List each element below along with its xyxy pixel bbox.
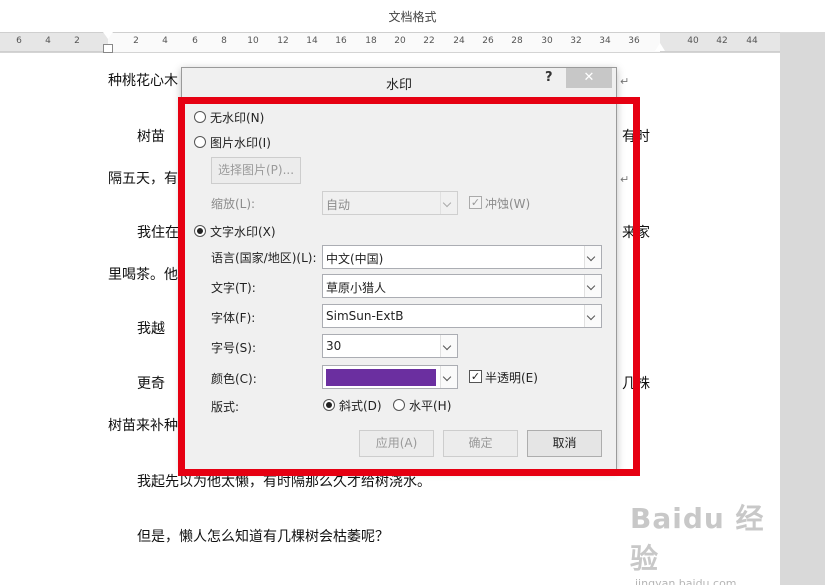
ruler-tick: 16	[335, 36, 347, 46]
apply-button[interactable]: 应用(A)	[359, 430, 434, 457]
ruler-tick: 12	[277, 36, 289, 46]
ruler-tick: 2	[74, 36, 80, 46]
size-label: 字号(S):	[211, 341, 257, 355]
ruler-tick: 6	[192, 36, 198, 46]
doc-line: 树苗	[137, 129, 165, 145]
language-value: 中文(中国)	[326, 252, 384, 266]
baidu-logo: Baidu 经验	[630, 502, 765, 575]
first-line-indent-marker[interactable]	[103, 32, 113, 39]
window-title: 文档格式	[388, 10, 437, 24]
ruler-tick: 4	[45, 36, 51, 46]
text-value: 草原小猎人	[326, 281, 387, 295]
doc-line: 我越	[137, 321, 165, 337]
ruler-tick: 24	[453, 36, 465, 46]
chevron-down-icon[interactable]	[440, 366, 457, 388]
paragraph-mark: ↵	[620, 173, 630, 186]
close-button[interactable]: ✕	[566, 68, 612, 88]
semitransparent-checkbox[interactable]: ✓	[469, 370, 482, 383]
ruler-tick: 26	[482, 36, 494, 46]
horizontal-ruler[interactable]: 6 4 2 2 4 6 8 10 12 14 16 18 20 22 24 26…	[0, 32, 780, 53]
doc-line: 几株	[622, 376, 650, 392]
ruler-tick: 40	[687, 36, 699, 46]
text-watermark-label[interactable]: 文字水印(X)	[210, 223, 276, 240]
paragraph-mark: ↵	[620, 75, 630, 88]
doc-line: 我住在	[137, 225, 179, 241]
size-value: 30	[326, 339, 342, 353]
no-watermark-label[interactable]: 无水印(N)	[210, 109, 264, 126]
ruler-tick: 20	[394, 36, 406, 46]
washout-checkbox[interactable]: ✓	[469, 196, 482, 209]
doc-line: 有时	[622, 129, 650, 145]
ruler-tick: 30	[541, 36, 553, 46]
semitransparent-label[interactable]: 半透明(E)	[485, 369, 538, 386]
picture-watermark-label[interactable]: 图片水印(I)	[210, 134, 271, 151]
ruler-tick: 36	[628, 36, 640, 46]
ruler-tick: 42	[716, 36, 728, 46]
baidu-url: jingyan.baidu.com	[635, 577, 737, 585]
horizontal-radio[interactable]	[393, 399, 405, 411]
chevron-down-icon[interactable]	[440, 335, 457, 357]
ruler-tick: 22	[423, 36, 435, 46]
ruler-tick: 8	[221, 36, 227, 46]
language-select[interactable]: 中文(中国)	[322, 245, 602, 269]
text-label: 文字(T):	[211, 281, 256, 295]
ruler-tick: 28	[511, 36, 523, 46]
ok-button[interactable]: 确定	[443, 430, 518, 457]
diagonal-label[interactable]: 斜式(D)	[339, 397, 382, 414]
chevron-down-icon[interactable]	[584, 275, 601, 297]
layout-label: 版式:	[211, 400, 240, 414]
vertical-scrollbar[interactable]	[780, 32, 825, 585]
scale-label: 缩放(L):	[211, 197, 256, 211]
washout-label: 冲蚀(W)	[485, 197, 531, 211]
scale-value: 自动	[326, 198, 351, 212]
font-value: SimSun-ExtB	[326, 309, 404, 323]
font-label: 字体(F):	[211, 311, 256, 325]
doc-line: 但是，懒人怎么知道有几棵树会枯萎呢？	[137, 529, 389, 545]
font-select[interactable]: SimSun-ExtB	[322, 304, 602, 328]
watermark-dialog: 水印 ? ✕ 无水印(N) 图片水印(I) 选择图片(P)... 缩放(L): …	[181, 67, 617, 470]
chevron-down-icon[interactable]	[584, 246, 601, 268]
select-picture-button[interactable]: 选择图片(P)...	[211, 157, 301, 184]
diagonal-radio[interactable]	[323, 399, 335, 411]
doc-line: 隔五天，有	[108, 171, 178, 187]
ruler-tick: 10	[247, 36, 259, 46]
ruler-tick: 32	[570, 36, 582, 46]
ruler-tick: 4	[162, 36, 168, 46]
title-bar: 文档格式	[0, 0, 825, 32]
no-watermark-radio[interactable]	[194, 111, 206, 123]
ruler-tick: 44	[746, 36, 758, 46]
horizontal-label[interactable]: 水平(H)	[409, 397, 451, 414]
doc-line: 更奇	[137, 376, 165, 392]
ruler-tick: 2	[133, 36, 139, 46]
text-select[interactable]: 草原小猎人	[322, 274, 602, 298]
doc-line: 我起先以为他太懒，有时隔那么久才给树浇水。	[137, 474, 431, 490]
doc-line: 树苗来补种	[108, 418, 178, 434]
doc-line: 来家	[622, 225, 650, 241]
ruler-tick: 14	[306, 36, 318, 46]
color-select[interactable]	[322, 365, 458, 389]
baidu-watermark: Baidu 经验 jingyan.baidu.com	[630, 497, 780, 585]
ruler-tick: 6	[16, 36, 22, 46]
color-label: 颜色(C):	[211, 372, 257, 386]
doc-line: 里喝茶。他	[108, 267, 178, 283]
size-select[interactable]: 30	[322, 334, 458, 358]
text-watermark-radio[interactable]	[194, 225, 206, 237]
language-label: 语言(国家/地区)(L):	[211, 251, 317, 265]
cancel-button[interactable]: 取消	[527, 430, 602, 457]
ruler-tick: 18	[365, 36, 377, 46]
color-swatch	[326, 369, 436, 386]
help-button[interactable]: ?	[545, 70, 553, 85]
left-indent-marker[interactable]	[103, 44, 113, 53]
right-indent-marker[interactable]	[655, 43, 665, 51]
chevron-down-icon[interactable]	[584, 305, 601, 327]
chevron-down-icon[interactable]	[440, 192, 457, 214]
picture-watermark-radio[interactable]	[194, 136, 206, 148]
ruler-tick: 34	[599, 36, 611, 46]
doc-line: 种桃花心木	[108, 73, 178, 89]
scale-select[interactable]: 自动	[322, 191, 458, 215]
